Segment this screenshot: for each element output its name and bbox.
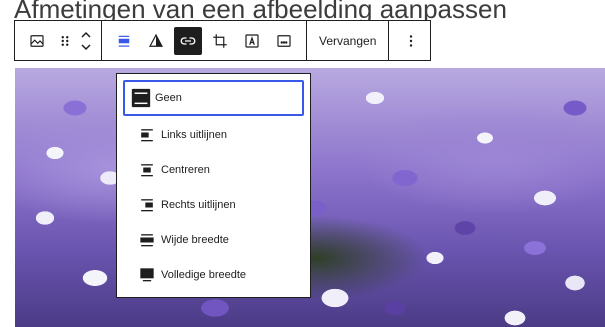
link-button[interactable] bbox=[174, 26, 202, 55]
more-vertical-icon bbox=[410, 34, 413, 47]
align-full-width-icon bbox=[135, 263, 159, 287]
link-icon bbox=[180, 36, 196, 45]
menu-item-full-width[interactable]: Volledige breedte bbox=[123, 259, 304, 291]
menu-item-wide-width[interactable]: Wijde breedte bbox=[123, 224, 304, 256]
align-left-icon bbox=[135, 123, 159, 147]
block-mover bbox=[77, 25, 95, 57]
align-button[interactable] bbox=[110, 27, 138, 55]
image-block-icon[interactable] bbox=[23, 27, 51, 55]
block-controls-group bbox=[15, 21, 102, 60]
alt-text-button[interactable] bbox=[270, 27, 298, 55]
menu-item-label: Rechts uitlijnen bbox=[161, 199, 236, 211]
menu-item-label: Wijde breedte bbox=[161, 234, 229, 246]
menu-item-align-center[interactable]: Centreren bbox=[123, 154, 304, 186]
drag-handle-icon[interactable] bbox=[55, 27, 75, 55]
more-inline-icon bbox=[277, 34, 291, 47]
menu-item-label: Geen bbox=[155, 92, 182, 104]
duotone-icon bbox=[149, 33, 163, 47]
format-controls-group bbox=[102, 21, 307, 60]
options-group bbox=[389, 21, 433, 60]
menu-item-label: Links uitlijnen bbox=[161, 129, 228, 141]
menu-item-label: Centreren bbox=[161, 164, 210, 176]
options-button[interactable] bbox=[397, 27, 425, 55]
chevron-down-icon[interactable] bbox=[79, 41, 93, 53]
duotone-button[interactable] bbox=[142, 27, 170, 55]
menu-item-align-left[interactable]: Links uitlijnen bbox=[123, 119, 304, 151]
alignment-menu: Geen Links uitlijnen Centreren Rechts ui… bbox=[116, 73, 311, 298]
chevron-up-icon[interactable] bbox=[79, 29, 93, 41]
menu-item-none[interactable]: Geen bbox=[123, 80, 304, 116]
text-overlay-icon bbox=[245, 33, 259, 48]
replace-group: Vervangen bbox=[307, 21, 390, 60]
align-wide-icon bbox=[135, 228, 159, 252]
crop-icon bbox=[213, 33, 227, 48]
block-toolbar: Vervangen bbox=[14, 20, 431, 61]
align-none-icon bbox=[118, 35, 130, 47]
replace-button[interactable]: Vervangen bbox=[313, 27, 382, 55]
align-none-icon bbox=[129, 86, 153, 110]
menu-item-align-right[interactable]: Rechts uitlijnen bbox=[123, 189, 304, 221]
menu-item-label: Volledige breedte bbox=[161, 269, 247, 281]
crop-button[interactable] bbox=[206, 27, 234, 55]
text-overlay-button[interactable] bbox=[238, 27, 266, 55]
align-center-icon bbox=[135, 158, 159, 182]
align-right-icon bbox=[135, 193, 159, 217]
